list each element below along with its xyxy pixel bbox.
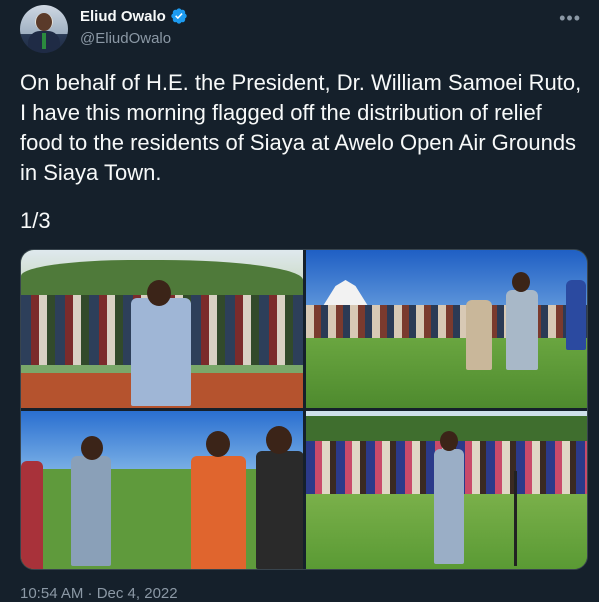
verified-badge-icon xyxy=(170,7,188,25)
tweet-timestamp[interactable]: 10:54 AM · Dec 4, 2022 xyxy=(20,585,178,602)
tweet-text: On behalf of H.E. the President, Dr. Wil… xyxy=(20,70,582,185)
thread-count: 1/3 xyxy=(20,208,51,233)
media-photo-3[interactable] xyxy=(21,411,303,569)
author-avatar[interactable] xyxy=(20,5,68,53)
author-display-name[interactable]: Eliud Owalo xyxy=(80,8,166,25)
tweet: Eliud Owalo @EliudOwalo ••• On behalf of… xyxy=(0,0,599,602)
author-handle[interactable]: @EliudOwalo xyxy=(80,30,171,47)
more-options-icon[interactable]: ••• xyxy=(559,8,581,29)
media-grid xyxy=(20,249,588,570)
media-photo-2[interactable] xyxy=(305,250,587,408)
media-photo-4[interactable] xyxy=(305,411,587,569)
media-photo-1[interactable] xyxy=(21,250,303,408)
author-name-row: Eliud Owalo xyxy=(80,7,188,25)
